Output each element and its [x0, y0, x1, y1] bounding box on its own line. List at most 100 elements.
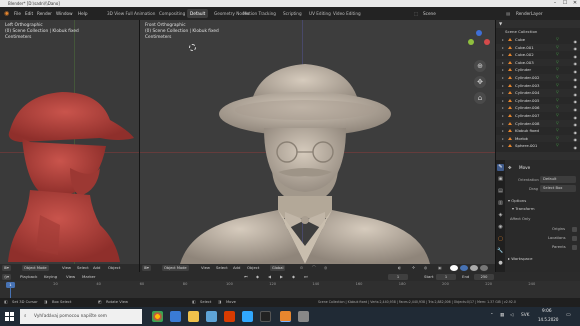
- outliner-row[interactable]: ▸ Cube.002 ▽ ◉: [496, 51, 580, 59]
- expand-arrow-icon[interactable]: ▸: [502, 142, 504, 149]
- language-indicator[interactable]: SVK: [521, 313, 530, 318]
- workspace-panel-header[interactable]: ▸ Workspace: [508, 256, 532, 261]
- outliner-row[interactable]: ▸ Cylinder.005 ▽ ◉: [496, 96, 580, 104]
- network-icon[interactable]: ▦: [500, 313, 504, 318]
- outliner-row[interactable]: ▸ Cube ▽ ◉: [496, 36, 580, 44]
- end-frame-field[interactable]: 250: [474, 273, 494, 280]
- outliner-row[interactable]: ▸ Morlok ▽ ◉: [496, 134, 580, 142]
- mode-select[interactable]: Object Mode: [22, 265, 49, 271]
- gizmo-toggle-icon[interactable]: ✣: [412, 264, 415, 272]
- pivot-icon[interactable]: ⊙: [300, 264, 303, 272]
- menu-file[interactable]: File: [14, 7, 21, 20]
- clock-date[interactable]: 14.5.2020: [538, 317, 558, 322]
- menu-view[interactable]: View: [62, 264, 71, 272]
- pan-icon[interactable]: ✥: [474, 76, 486, 88]
- output-tab-icon[interactable]: ▤: [497, 188, 504, 195]
- modifier-tab-icon[interactable]: 🔧: [497, 248, 504, 255]
- proportional-edit-icon[interactable]: ◎: [324, 264, 327, 272]
- timeline-ruler[interactable]: 1 20 40 60 80 100 120 140 160 180 200 220 240: [0, 281, 580, 298]
- photoshop-icon[interactable]: [242, 311, 253, 322]
- menu-view[interactable]: View: [201, 264, 210, 272]
- minimize-button[interactable]: –: [550, 0, 560, 7]
- editor-type-icon[interactable]: ⊞▾: [142, 265, 151, 271]
- scene-name[interactable]: Scene: [423, 7, 436, 20]
- view-layer-name[interactable]: RenderLayer: [516, 7, 543, 20]
- start-frame-field[interactable]: 1: [436, 273, 456, 280]
- scene-collection-row[interactable]: Scene Collection: [496, 28, 580, 35]
- app-icon[interactable]: [298, 311, 309, 322]
- expand-arrow-icon[interactable]: ▸: [502, 82, 504, 89]
- expand-arrow-icon[interactable]: ▸: [502, 120, 504, 127]
- left-viewport[interactable]: Left Orthographic (0) Scene Collection |…: [0, 20, 139, 272]
- expand-arrow-icon[interactable]: ▸: [502, 127, 504, 134]
- menu-window[interactable]: Window: [56, 7, 73, 20]
- outliner-row[interactable]: ▸ Cylinder ▽ ◉: [496, 66, 580, 74]
- editor-type-icon[interactable]: ◷▾: [2, 273, 11, 280]
- scene-tab-icon[interactable]: ◈: [497, 212, 504, 219]
- menu-select[interactable]: Select: [77, 264, 89, 272]
- outliner-row[interactable]: ▸ Cylinder.007 ▽ ◉: [496, 112, 580, 120]
- origins-checkbox[interactable]: [572, 227, 577, 232]
- view-layer-tab-icon[interactable]: ▥: [497, 200, 504, 207]
- expand-arrow-icon[interactable]: ▸: [502, 44, 504, 51]
- y-axis-icon[interactable]: [468, 39, 474, 45]
- orientation-select[interactable]: Default: [540, 176, 576, 183]
- rendered-shading-icon[interactable]: [480, 265, 488, 271]
- workspace-tab[interactable]: Animation: [131, 9, 158, 18]
- menu-add[interactable]: Add: [93, 264, 100, 272]
- outliner-row[interactable]: ▸ Cylinder.004 ▽ ◉: [496, 89, 580, 97]
- clock-time[interactable]: 9:06: [542, 309, 552, 314]
- expand-arrow-icon[interactable]: ▸: [502, 97, 504, 104]
- play-reverse-icon[interactable]: ◀: [268, 272, 271, 281]
- outliner-row[interactable]: ▸ Cylinder.003 ▽ ◉: [496, 81, 580, 89]
- xray-toggle-icon[interactable]: ▣: [438, 264, 442, 272]
- render-tab-icon[interactable]: ▣: [497, 176, 504, 183]
- chrome-icon[interactable]: [152, 311, 163, 322]
- material-tab-icon[interactable]: ●: [497, 260, 504, 267]
- visibility-eye-icon[interactable]: ◉: [574, 144, 578, 151]
- file-explorer-icon[interactable]: [188, 311, 199, 322]
- camera-view-icon[interactable]: ⌂: [474, 92, 486, 104]
- wireframe-shading-icon[interactable]: [450, 265, 458, 271]
- edge-icon[interactable]: [170, 311, 181, 322]
- notifications-icon[interactable]: ▭: [566, 312, 571, 318]
- outliner-row[interactable]: ▸ Klobuk fixed ▽ ◉: [496, 127, 580, 135]
- main-viewport[interactable]: Front Orthographic (0) Scene Collection …: [140, 20, 495, 272]
- tray-arrow-icon[interactable]: ⌃: [490, 313, 494, 318]
- x-axis-icon[interactable]: [484, 39, 490, 45]
- outliner-row[interactable]: ▸ Cylinder.008 ▽ ◉: [496, 119, 580, 127]
- expand-arrow-icon[interactable]: ▸: [502, 59, 504, 66]
- windows-start-icon[interactable]: [5, 312, 14, 321]
- outliner-row[interactable]: ▸ Cube.001 ▽ ◉: [496, 43, 580, 51]
- mode-select[interactable]: Object Mode: [162, 265, 189, 271]
- tool-tab-icon[interactable]: ✎: [497, 164, 504, 171]
- menu-render[interactable]: Render: [37, 7, 52, 20]
- filter-icon[interactable]: ▼: [499, 20, 502, 28]
- play-icon[interactable]: ▶: [280, 272, 283, 281]
- keying-menu[interactable]: Keying: [44, 272, 57, 281]
- menu-add[interactable]: Add: [233, 264, 240, 272]
- outliner-row[interactable]: ▸ Sphere.001 ▽ ◉: [496, 142, 580, 151]
- solid-shading-icon[interactable]: [460, 265, 468, 271]
- workspace-tab[interactable]: Motion Tracking: [240, 9, 279, 18]
- office-icon[interactable]: [224, 311, 235, 322]
- outliner-row[interactable]: ▸ Cylinder.002 ▽ ◉: [496, 74, 580, 82]
- media-player-icon[interactable]: [260, 311, 271, 322]
- menu-object[interactable]: Object: [247, 264, 259, 272]
- jump-end-icon[interactable]: ⏭: [304, 272, 308, 281]
- taskbar-search-box[interactable]: ⌕ Vyhľadávaj pomocou napíšte sem: [20, 309, 142, 324]
- expand-arrow-icon[interactable]: ▸: [502, 74, 504, 81]
- workspace-tab[interactable]: Compositing: [156, 9, 188, 18]
- z-axis-icon[interactable]: [476, 30, 482, 36]
- next-key-icon[interactable]: ◆: [292, 272, 295, 281]
- zoom-icon[interactable]: ⊕: [474, 60, 486, 72]
- jump-start-icon[interactable]: ⏮: [244, 272, 248, 281]
- view-menu[interactable]: View: [66, 272, 75, 281]
- snap-icon[interactable]: ⌒: [312, 264, 316, 272]
- volume-icon[interactable]: ◁: [510, 313, 513, 318]
- transform-orientation-select[interactable]: Global: [270, 265, 286, 271]
- timeline[interactable]: ◷▾ Playback Keying View Marker ⏮ ◆ ◀ ▶ ◆…: [0, 272, 580, 298]
- playback-menu[interactable]: Playback: [20, 272, 37, 281]
- close-button[interactable]: ✕: [570, 0, 580, 7]
- current-frame-field[interactable]: 1: [388, 273, 408, 280]
